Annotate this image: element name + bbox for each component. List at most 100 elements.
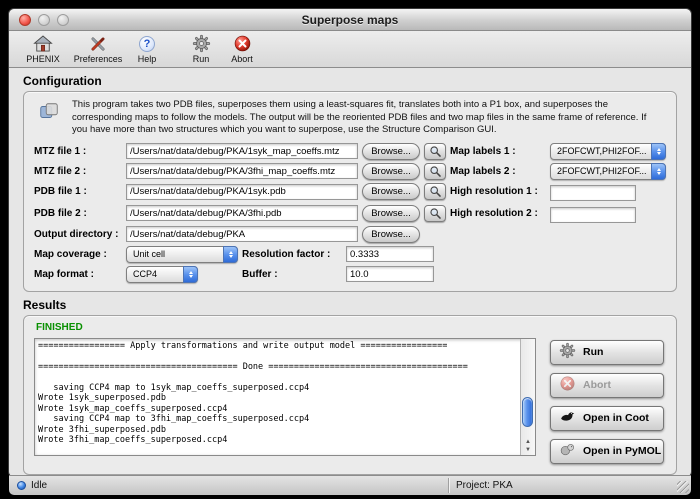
run-gear-icon	[192, 33, 211, 54]
mtz-file-1-browse-button[interactable]: Browse...	[362, 143, 420, 160]
high-resolution-2-label: High resolution 2 :	[450, 208, 546, 219]
project-label: Project: PKA	[456, 480, 513, 491]
configuration-heading: Configuration	[23, 74, 691, 88]
map-format-label: Map format :	[34, 269, 122, 280]
description-row: This program takes two PDB files, superp…	[36, 99, 664, 137]
open-in-pymol-label: Open in PyMOL	[583, 445, 661, 457]
console-text: ================= Apply transformations …	[38, 341, 518, 453]
window-controls	[19, 14, 69, 26]
scrollbar-thumb[interactable]	[522, 397, 533, 427]
pdb-file-1-input[interactable]	[126, 184, 358, 200]
mtz-file-2-browse-button[interactable]: Browse...	[362, 163, 420, 180]
pymol-icon	[559, 441, 576, 461]
pdb-file-1-row: PDB file 1 : Browse... High resolution 1…	[34, 183, 666, 202]
output-directory-row: Output directory : Browse...	[34, 226, 666, 243]
toolbar: PHENIX Preferences ? Help	[9, 31, 691, 68]
toolbar-preferences-label: Preferences	[74, 54, 123, 64]
output-directory-browse-button[interactable]: Browse...	[362, 226, 420, 243]
map-labels-1-label: Map labels 1 :	[450, 146, 546, 157]
popup-arrows-icon	[651, 143, 666, 160]
mtz-file-2-inspect-button[interactable]	[424, 163, 446, 180]
action-buttons: Run Abort	[550, 338, 664, 464]
open-in-coot-button[interactable]: Open in Coot	[550, 406, 664, 431]
abort-button: Abort	[550, 373, 664, 398]
open-in-pymol-button[interactable]: Open in PyMOL	[550, 439, 664, 464]
superpose-icon	[36, 99, 62, 137]
mtz-file-1-input[interactable]	[126, 143, 358, 159]
popup-arrows-icon	[183, 266, 198, 283]
popup-arrows-icon	[651, 163, 666, 180]
mtz-file-1-inspect-button[interactable]	[424, 143, 446, 160]
status-finished: FINISHED	[36, 322, 666, 333]
pdb-file-1-inspect-button[interactable]	[424, 183, 446, 200]
zoom-button-icon	[57, 14, 69, 26]
results-panel: FINISHED ================= Apply transfo…	[23, 315, 677, 475]
map-format-popup[interactable]: CCP4	[126, 266, 198, 283]
high-resolution-2-input[interactable]	[550, 207, 636, 223]
scroll-up-icon[interactable]: ▲	[525, 439, 531, 446]
mtz-file-2-row: MTZ file 2 : Browse... Map labels 2 : 2F…	[34, 163, 666, 180]
magnifier-icon	[429, 145, 442, 158]
run-button-label: Run	[583, 346, 603, 358]
superpose-maps-window: Superpose maps PHENIX Preferences	[8, 8, 692, 477]
pdb-file-1-browse-button[interactable]: Browse...	[362, 183, 420, 200]
console-scrollbar[interactable]: ▲ ▼	[520, 339, 535, 455]
map-labels-1-popup[interactable]: 2FOFCWT,PHI2FOF...	[550, 143, 666, 160]
high-resolution-1-label: High resolution 1 :	[450, 186, 546, 197]
abort-icon	[233, 33, 252, 54]
console-output[interactable]: ================= Apply transformations …	[34, 338, 536, 456]
window-title: Superpose maps	[302, 13, 399, 27]
toolbar-preferences-button[interactable]: Preferences	[69, 32, 127, 64]
scroll-down-icon[interactable]: ▼	[525, 447, 531, 454]
open-in-coot-label: Open in Coot	[583, 412, 649, 424]
pdb-file-2-input[interactable]	[126, 205, 358, 221]
scrollbar-arrows[interactable]: ▲ ▼	[521, 439, 535, 454]
titlebar[interactable]: Superpose maps	[9, 9, 691, 31]
map-labels-2-popup[interactable]: 2FOFCWT,PHI2FOF...	[550, 163, 666, 180]
map-coverage-row: Map coverage : Unit cell Resolution fact…	[34, 246, 666, 263]
magnifier-icon	[429, 165, 442, 178]
phenix-home-icon	[33, 33, 53, 54]
mtz-file-1-row: MTZ file 1 : Browse... Map labels 1 : 2F…	[34, 143, 666, 160]
map-labels-2-label: Map labels 2 :	[450, 166, 546, 177]
configuration-panel: This program takes two PDB files, superp…	[23, 91, 677, 292]
toolbar-phenix-button[interactable]: PHENIX	[17, 32, 69, 64]
abort-icon	[559, 375, 576, 395]
toolbar-run-label: Run	[193, 54, 210, 64]
mtz-file-1-label: MTZ file 1 :	[34, 146, 122, 157]
status-bar: Idle Project: PKA	[9, 475, 691, 495]
toolbar-help-label: Help	[138, 54, 157, 64]
buffer-label: Buffer :	[242, 269, 342, 280]
minimize-button-icon	[38, 14, 50, 26]
resolution-factor-label: Resolution factor :	[242, 249, 342, 260]
coot-bird-icon	[559, 408, 576, 428]
magnifier-icon	[429, 207, 442, 220]
toolbar-run-button[interactable]: Run	[181, 32, 221, 64]
toolbar-abort-button[interactable]: Abort	[221, 32, 263, 64]
status-led-icon	[17, 481, 26, 490]
map-coverage-label: Map coverage :	[34, 249, 122, 260]
buffer-input[interactable]	[346, 266, 434, 282]
resolution-factor-input[interactable]	[346, 246, 434, 262]
output-directory-input[interactable]	[126, 226, 358, 242]
abort-button-label: Abort	[583, 379, 611, 391]
run-button[interactable]: Run	[550, 340, 664, 365]
magnifier-icon	[429, 185, 442, 198]
status-text: Idle	[31, 480, 47, 491]
map-format-row: Map format : CCP4 Buffer :	[34, 266, 666, 283]
high-resolution-1-input[interactable]	[550, 185, 636, 201]
toolbar-help-button[interactable]: ? Help	[127, 32, 167, 64]
resize-grip[interactable]	[677, 481, 689, 493]
run-gear-icon	[559, 342, 576, 362]
map-coverage-popup[interactable]: Unit cell	[126, 246, 238, 263]
pdb-file-2-label: PDB file 2 :	[34, 208, 122, 219]
pdb-file-2-browse-button[interactable]: Browse...	[362, 205, 420, 222]
help-icon: ?	[139, 33, 155, 54]
toolbar-abort-label: Abort	[231, 54, 253, 64]
mtz-file-2-input[interactable]	[126, 163, 358, 179]
pdb-file-2-inspect-button[interactable]	[424, 205, 446, 222]
results-heading: Results	[23, 298, 691, 312]
pdb-file-1-label: PDB file 1 :	[34, 186, 122, 197]
statusbar-divider	[448, 478, 449, 493]
close-button-icon[interactable]	[19, 14, 31, 26]
